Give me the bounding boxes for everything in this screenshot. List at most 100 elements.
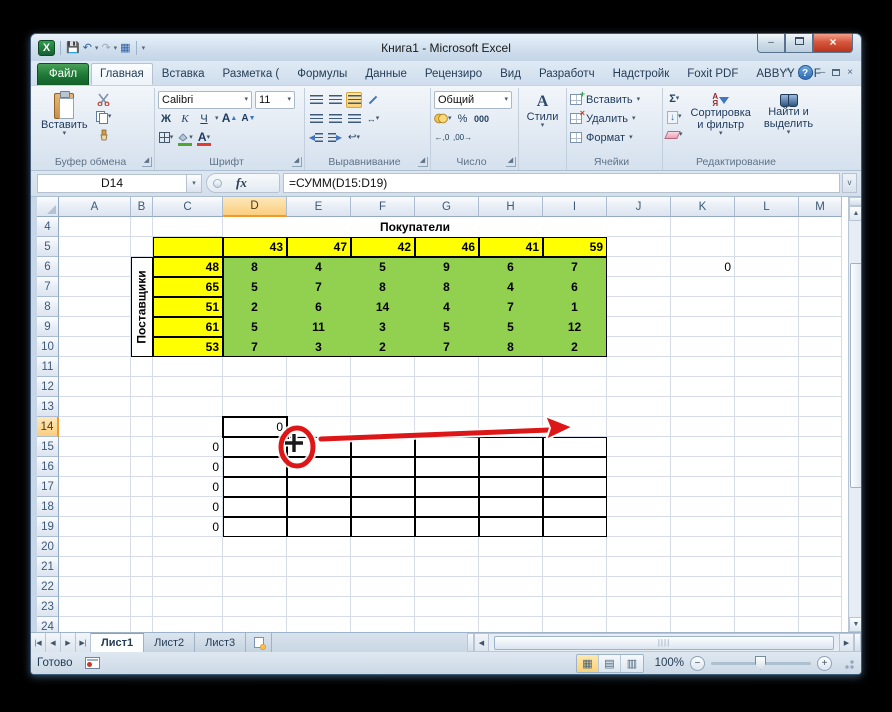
column-header-L[interactable]: L — [735, 197, 799, 217]
cell-L16[interactable] — [735, 457, 799, 477]
cell-M11[interactable] — [799, 357, 842, 377]
cell-L21[interactable] — [735, 557, 799, 577]
cell-J10[interactable] — [607, 337, 671, 357]
cell-H10[interactable]: 8 — [479, 337, 543, 357]
page-layout-view-button[interactable]: ▤ — [599, 654, 621, 672]
cell-B6[interactable] — [131, 257, 153, 277]
delete-cells-button[interactable]: × Удалить ▾ — [570, 109, 659, 128]
cell-K19[interactable] — [671, 517, 735, 537]
cell-J15[interactable] — [607, 437, 671, 457]
cell-D18[interactable] — [223, 497, 287, 517]
cell-A18[interactable] — [59, 497, 131, 517]
tab-вставка[interactable]: Вставка — [153, 63, 214, 85]
scroll-down-icon[interactable]: ▼ — [848, 617, 861, 632]
cell-B8[interactable] — [131, 297, 153, 317]
column-header-E[interactable]: E — [287, 197, 351, 217]
cell-E5[interactable]: 47 — [287, 237, 351, 257]
cell-B16[interactable] — [131, 457, 153, 477]
cell-G7[interactable]: 8 — [415, 277, 479, 297]
cell-G20[interactable] — [415, 537, 479, 557]
row-header-8[interactable]: 8 — [37, 297, 59, 317]
format-cells-button[interactable]: Формат ▾ — [570, 128, 659, 147]
cell-L12[interactable] — [735, 377, 799, 397]
cell-L8[interactable] — [735, 297, 799, 317]
cell-A20[interactable] — [59, 537, 131, 557]
cell-J16[interactable] — [607, 457, 671, 477]
cell-L15[interactable] — [735, 437, 799, 457]
next-sheet-icon[interactable]: ▶ — [61, 633, 76, 652]
align-left-button[interactable] — [308, 111, 324, 127]
cell-E18[interactable] — [287, 497, 351, 517]
cell-F17[interactable] — [351, 477, 415, 497]
cell-I12[interactable] — [543, 377, 607, 397]
column-header-A[interactable]: A — [59, 197, 131, 217]
cell-I5[interactable]: 59 — [543, 237, 607, 257]
cell-I16[interactable] — [543, 457, 607, 477]
cell-I9[interactable]: 12 — [543, 317, 607, 337]
cell-F9[interactable]: 3 — [351, 317, 415, 337]
cell-L11[interactable] — [735, 357, 799, 377]
cell-A13[interactable] — [59, 397, 131, 417]
cell-L7[interactable] — [735, 277, 799, 297]
cell-K6[interactable]: 0 — [671, 257, 735, 277]
cell-F18[interactable] — [351, 497, 415, 517]
cell-I21[interactable] — [543, 557, 607, 577]
name-box[interactable]: D14 — [37, 173, 187, 193]
cell-M20[interactable] — [799, 537, 842, 557]
cell-G21[interactable] — [415, 557, 479, 577]
tab-разметка-[interactable]: Разметка ( — [214, 63, 289, 85]
column-header-H[interactable]: H — [479, 197, 543, 217]
cell-I8[interactable]: 1 — [543, 297, 607, 317]
horizontal-scroll-thumb[interactable]: |||| — [494, 635, 834, 650]
cell-H4[interactable] — [479, 217, 543, 237]
cell-K23[interactable] — [671, 597, 735, 617]
align-center-button[interactable] — [327, 111, 343, 127]
cell-J18[interactable] — [607, 497, 671, 517]
tab-главная[interactable]: Главная — [91, 63, 153, 85]
cell-E24[interactable] — [287, 617, 351, 632]
tab-file[interactable]: Файл — [37, 63, 89, 85]
cell-F14[interactable] — [351, 417, 415, 437]
cut-button[interactable] — [96, 91, 112, 107]
cell-I15[interactable] — [543, 437, 607, 457]
cell-J12[interactable] — [607, 377, 671, 397]
underline-button[interactable]: Ч — [196, 111, 212, 127]
cell-E13[interactable] — [287, 397, 351, 417]
cell-D17[interactable] — [223, 477, 287, 497]
cell-C16[interactable]: 0 — [153, 457, 223, 477]
find-select-button[interactable]: Найти и выделить ▾ — [759, 90, 818, 143]
cell-A16[interactable] — [59, 457, 131, 477]
zoom-level[interactable]: 100% — [650, 657, 684, 669]
cell-A22[interactable] — [59, 577, 131, 597]
close-button[interactable]: × — [813, 34, 853, 53]
column-header-J[interactable]: J — [607, 197, 671, 217]
cell-G11[interactable] — [415, 357, 479, 377]
tab-данные[interactable]: Данные — [356, 63, 416, 85]
percent-style-button[interactable]: % — [455, 111, 471, 127]
cell-A14[interactable] — [59, 417, 131, 437]
hscroll-split-box[interactable] — [854, 633, 861, 652]
cell-I18[interactable] — [543, 497, 607, 517]
vertical-split-handle[interactable] — [848, 197, 861, 206]
cell-D11[interactable] — [223, 357, 287, 377]
comma-style-button[interactable]: 000 — [474, 111, 490, 127]
cell-K16[interactable] — [671, 457, 735, 477]
row-header-18[interactable]: 18 — [37, 497, 59, 517]
cell-G22[interactable] — [415, 577, 479, 597]
cell-G16[interactable] — [415, 457, 479, 477]
copy-button[interactable]: ▾ — [95, 109, 112, 125]
cell-G14[interactable] — [415, 417, 479, 437]
cell-D9[interactable]: 5 — [223, 317, 287, 337]
page-break-view-button[interactable]: ▥ — [621, 654, 643, 672]
cell-F5[interactable]: 42 — [351, 237, 415, 257]
cell-K21[interactable] — [671, 557, 735, 577]
first-sheet-icon[interactable]: |◀ — [31, 633, 46, 652]
cell-C15[interactable]: 0 — [153, 437, 223, 457]
cell-E14[interactable] — [287, 417, 351, 437]
borders-button[interactable]: ▾ — [158, 130, 174, 146]
tab-формулы[interactable]: Формулы — [288, 63, 356, 85]
tab-split-handle[interactable] — [467, 633, 474, 652]
increase-decimal-button[interactable]: ←,0 — [434, 130, 450, 146]
sheet-tab-лист2[interactable]: Лист2 — [144, 633, 196, 652]
cell-K22[interactable] — [671, 577, 735, 597]
